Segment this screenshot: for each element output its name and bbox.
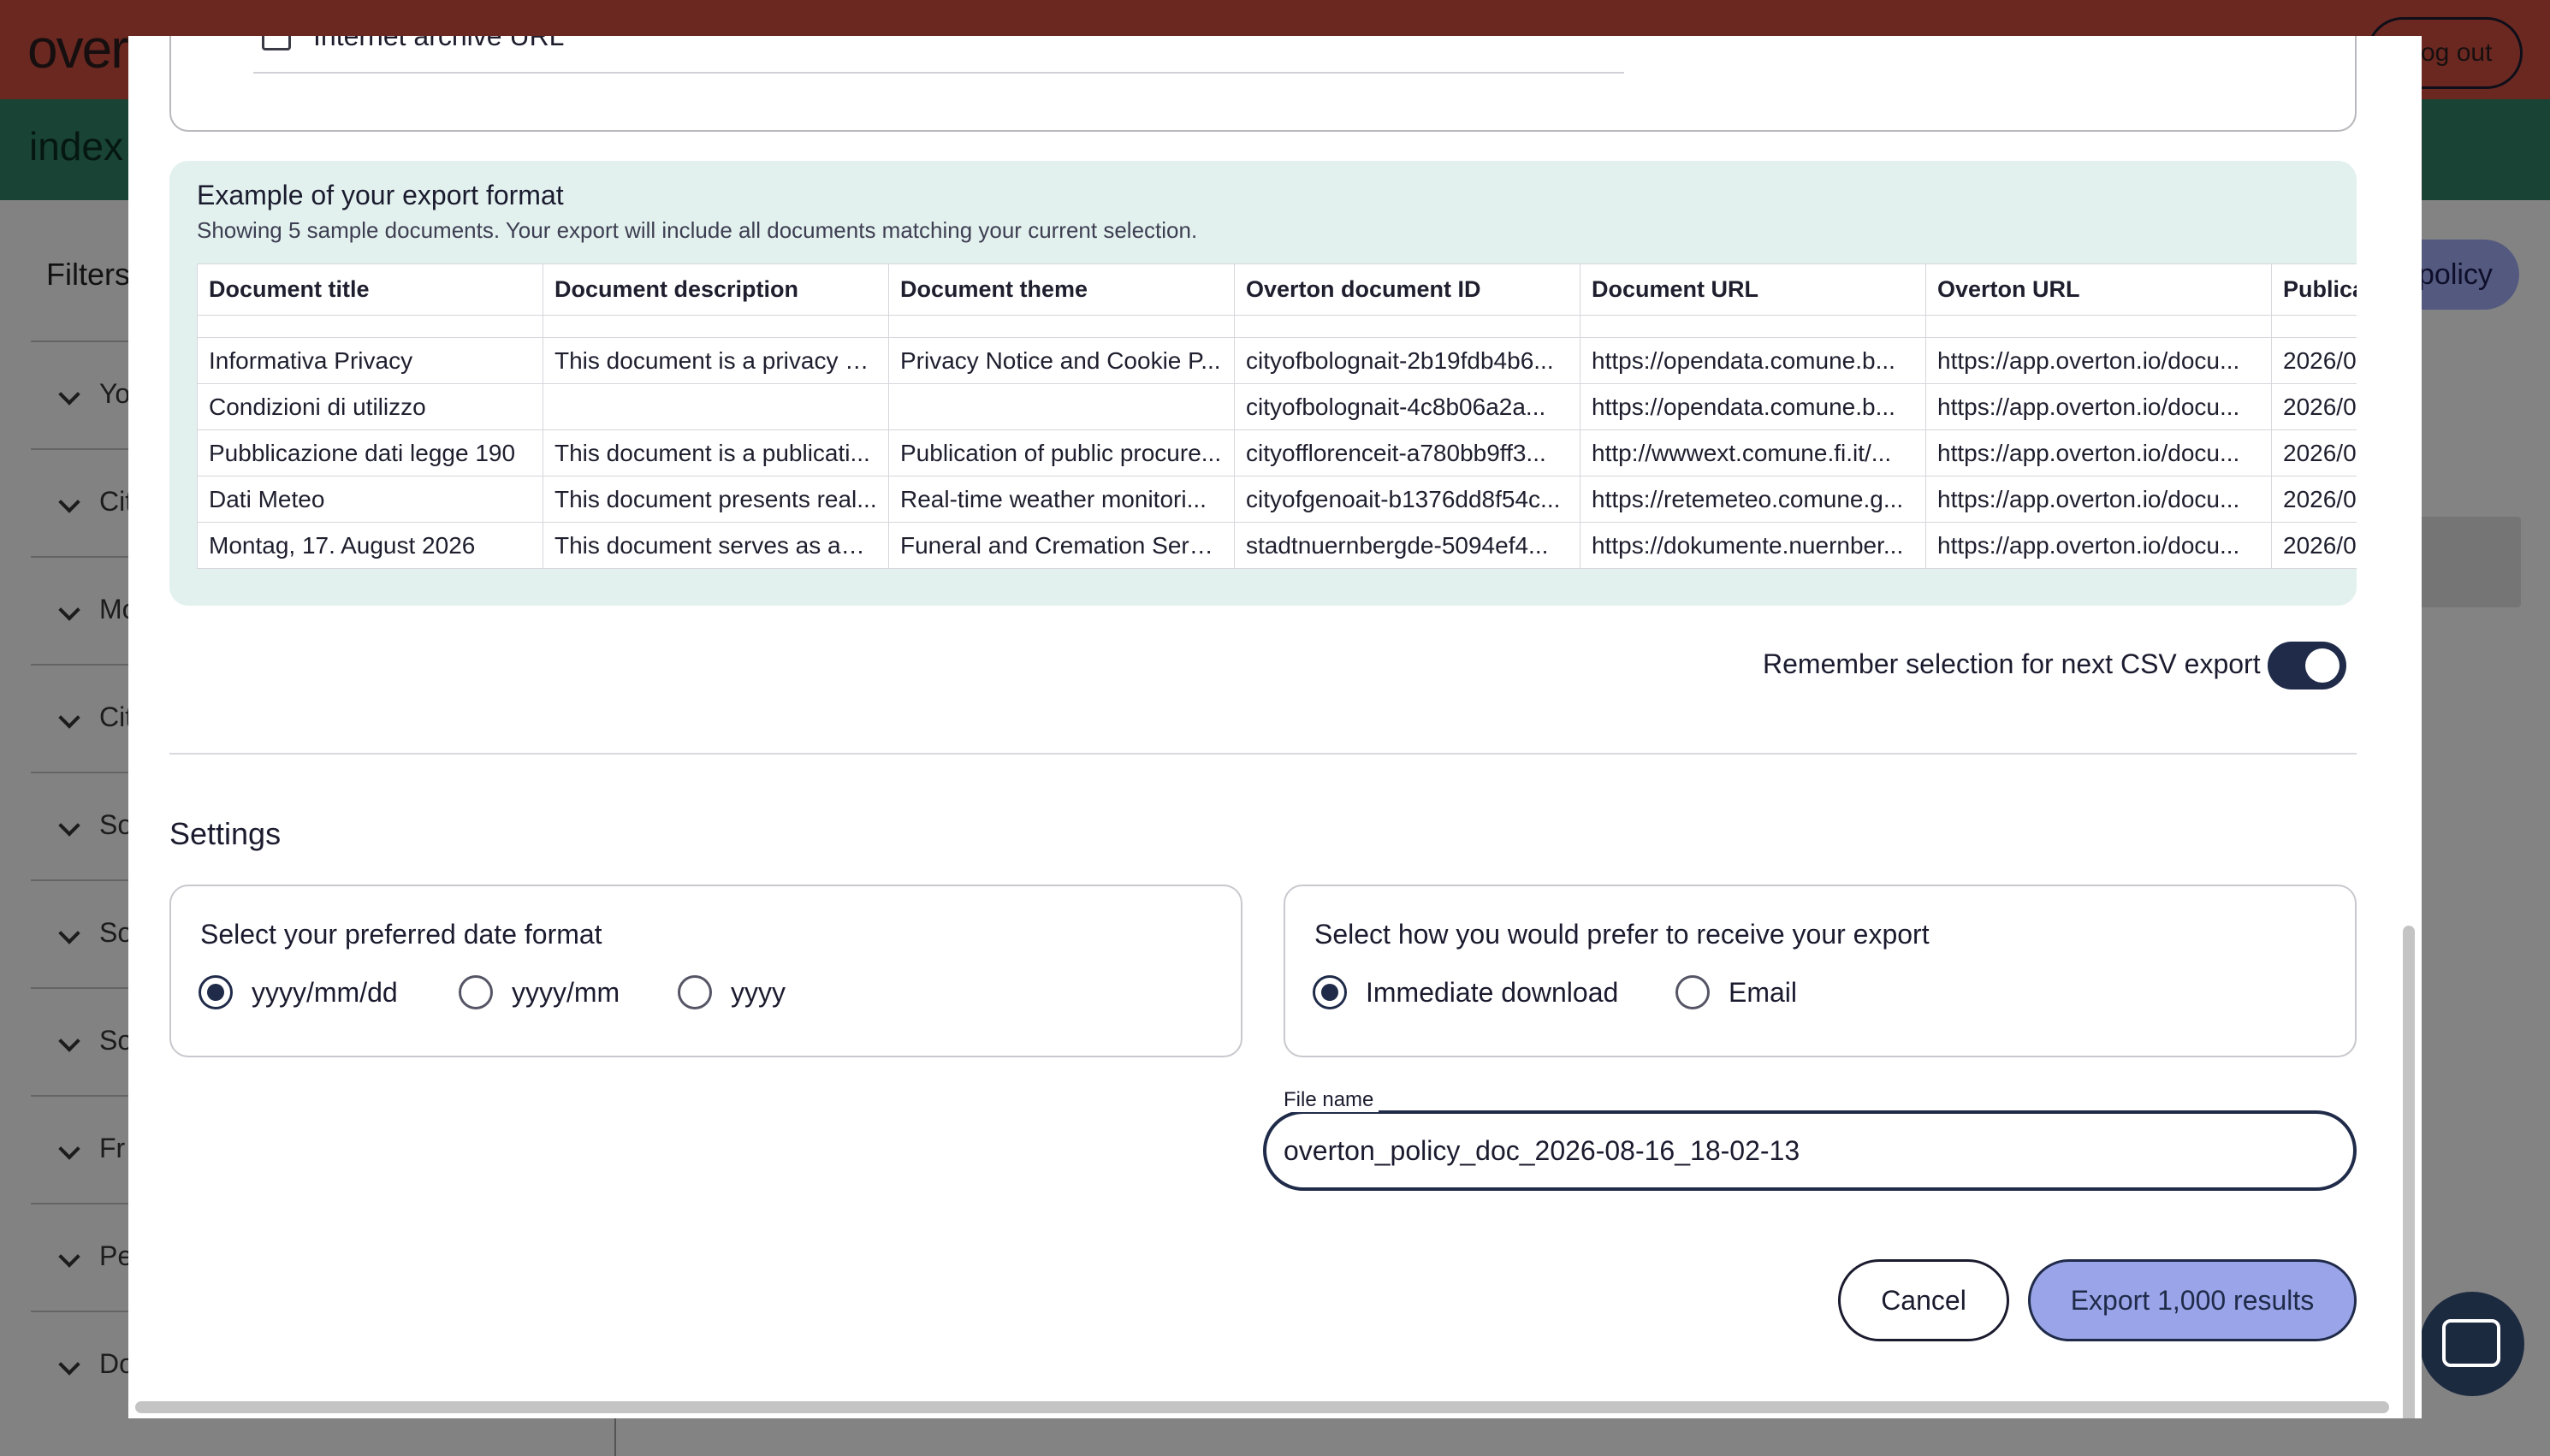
radio-label: Email [1729,977,1798,1008]
table-cell: 2026/08 [2271,429,2357,476]
export-modal: Internet archive URL Example of your exp… [128,36,2422,1418]
remember-selection-toggle[interactable] [2268,642,2346,690]
radio-date-yyyy[interactable] [678,975,712,1009]
table-cell: https://app.overton.io/docu... [1925,522,2272,569]
column-header: Document theme [888,263,1235,316]
table-cell: https://app.overton.io/docu... [1925,429,2272,476]
table-cell: Informativa Privacy [197,337,543,384]
radio-label: Immediate download [1366,977,1619,1008]
chat-icon [2442,1319,2500,1367]
table-cell: https://retemeteo.comune.g... [1580,476,1926,523]
table-spacer-row [197,315,2357,338]
example-title: Example of your export format [197,180,564,210]
table-cell: 2026/08 [2271,383,2357,430]
column-header: Document description [543,263,889,316]
delivery-method-card: Select how you would prefer to receive y… [1284,885,2357,1057]
table-cell: Pubblicazione dati legge 190 [197,429,543,476]
column-header: Overton URL [1925,263,2272,316]
table-cell: https://app.overton.io/docu... [1925,383,2272,430]
table-cell: Dati Meteo [197,476,543,523]
table-cell: cityofbolognait-2b19fdb4b6... [1234,337,1580,384]
radio-label: yyyy [731,977,786,1008]
settings-heading: Settings [169,816,282,851]
column-header: Document URL [1580,263,1926,316]
internet-archive-checkbox[interactable] [262,36,291,50]
table-cell: Condizioni di utilizzo [197,383,543,430]
table-cell: https://dokumente.nuernber... [1580,522,1926,569]
table-cell: https://opendata.comune.b... [1580,337,1926,384]
column-header: Overton document ID [1234,263,1580,316]
table-row: Montag, 17. August 2026 This document se… [197,522,2357,569]
radio-email[interactable] [1675,975,1710,1009]
radio-immediate-download[interactable] [1313,975,1347,1009]
date-format-card: Select your preferred date format yyyy/m… [169,885,1242,1057]
radio-label: yyyy/mm/dd [252,977,398,1008]
radio-label: yyyy/mm [512,977,620,1008]
export-example-box: Example of your export format Showing 5 … [169,161,2357,606]
table-cell: This document presents real... [543,476,889,523]
chat-button[interactable] [2420,1292,2524,1396]
table-cell: cityofbolognait-4c8b06a2a... [1234,383,1580,430]
radio-date-yyyy-mm[interactable] [459,975,493,1009]
table-row: Informativa Privacy This document is a p… [197,337,2357,384]
modal-horizontal-scrollbar[interactable] [135,1401,2389,1413]
table-cell: This document is a publicati... [543,429,889,476]
table-cell: This document serves as an ... [543,522,889,569]
table-cell: 2026/08 [2271,522,2357,569]
table-cell: http://wwwext.comune.fi.it/... [1580,429,1926,476]
file-name-label: File name [1278,1088,1379,1112]
table-cell [888,383,1235,430]
cancel-button[interactable]: Cancel [1838,1259,2009,1341]
table-cell: https://app.overton.io/docu... [1925,337,2272,384]
table-cell: stadtnuernbergde-5094ef4... [1234,522,1580,569]
column-header: Publicat [2271,263,2357,316]
table-cell: Funeral and Cremation Servi... [888,522,1235,569]
table-cell: This document is a privacy n... [543,337,889,384]
table-cell: https://opendata.comune.b... [1580,383,1926,430]
table-row: Dati Meteo This document presents real..… [197,476,2357,523]
internet-archive-label: Internet archive URL [313,36,565,51]
divider [253,72,1624,74]
column-header: Document title [197,263,543,316]
toggle-knob [2305,648,2339,683]
table-cell: Real-time weather monitori... [888,476,1235,523]
table-cell: 2026/08 [2271,476,2357,523]
table-cell: Privacy Notice and Cookie P... [888,337,1235,384]
file-name-input[interactable] [1263,1110,2357,1191]
export-button[interactable]: Export 1,000 results [2028,1259,2357,1341]
table-cell: cityofflorenceit-a780bb9ff3... [1234,429,1580,476]
table-row: Condizioni di utilizzo cityofbolognait-4… [197,383,2357,430]
example-subtitle: Showing 5 sample documents. Your export … [197,217,1198,243]
table-cell: Publication of public procure... [888,429,1235,476]
delivery-method-title: Select how you would prefer to receive y… [1314,919,1930,950]
table-header-row: Document title Document description Docu… [197,263,2357,316]
sample-table-scroll[interactable]: Document title Document description Docu… [197,263,2357,571]
table-cell: cityofgenoait-b1376dd8f54c... [1234,476,1580,523]
table-cell [543,383,889,430]
table-cell: https://app.overton.io/docu... [1925,476,2272,523]
remember-selection-label: Remember selection for next CSV export [1763,648,2261,679]
radio-date-yyyy-mm-dd[interactable] [199,975,233,1009]
table-row: Pubblicazione dati legge 190 This docume… [197,429,2357,476]
sample-table: Document title Document description Docu… [197,263,2357,569]
export-fields-box: Internet archive URL [169,36,2357,132]
table-cell: Montag, 17. August 2026 [197,522,543,569]
table-cell: 2026/08 [2271,337,2357,384]
date-format-title: Select your preferred date format [200,919,602,950]
divider [169,753,2357,755]
modal-vertical-scrollbar[interactable] [2403,926,2415,1418]
